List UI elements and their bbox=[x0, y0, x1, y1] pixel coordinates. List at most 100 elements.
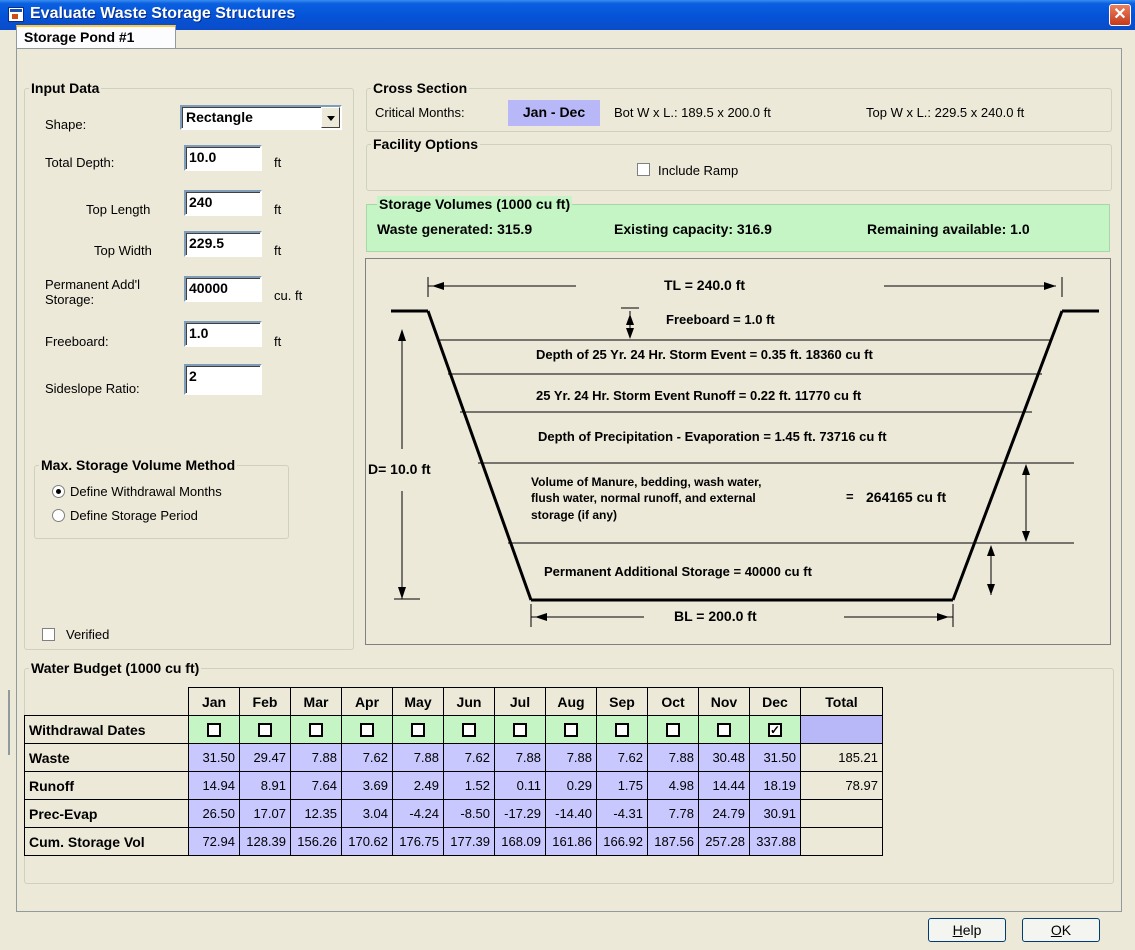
perm-storage-unit: cu. ft bbox=[274, 288, 303, 303]
table-cell: 7.62 bbox=[341, 743, 393, 772]
header-mar: Mar bbox=[290, 687, 342, 716]
table-cell: 257.28 bbox=[698, 827, 750, 856]
checkbox-unchecked[interactable] bbox=[411, 723, 425, 738]
row-header: Cum. Storage Vol bbox=[24, 827, 189, 856]
perm-storage-input[interactable]: 40000 bbox=[184, 276, 262, 302]
table-cell: 29.47 bbox=[239, 743, 291, 772]
total-cell bbox=[800, 799, 883, 828]
total-depth-input[interactable]: 10.0 bbox=[184, 145, 262, 171]
checkbox-unchecked[interactable] bbox=[564, 723, 578, 738]
table-cell: 18.19 bbox=[749, 771, 801, 800]
top-length-input[interactable]: 240 bbox=[184, 190, 262, 216]
window-title: Evaluate Waste Storage Structures bbox=[30, 5, 296, 22]
withdrawal-total-cell bbox=[800, 715, 883, 744]
storm-depth-annotation: Depth of 25 Yr. 24 Hr. Storm Event = 0.3… bbox=[536, 347, 873, 362]
ok-button[interactable]: OK bbox=[1022, 918, 1100, 942]
header-jun: Jun bbox=[443, 687, 495, 716]
checkbox-unchecked[interactable] bbox=[717, 723, 731, 738]
checkbox-unchecked[interactable] bbox=[258, 723, 272, 738]
table-cell: 156.26 bbox=[290, 827, 342, 856]
table-cell: 7.88 bbox=[545, 743, 597, 772]
table-cell: 30.91 bbox=[749, 799, 801, 828]
app-icon bbox=[8, 7, 24, 22]
help-button[interactable]: Help bbox=[928, 918, 1006, 942]
top-width-unit: ft bbox=[274, 243, 282, 258]
shape-value: Rectangle bbox=[186, 109, 253, 125]
table-cell: 12.35 bbox=[290, 799, 342, 828]
table-cell: 7.64 bbox=[290, 771, 342, 800]
checkbox-unchecked[interactable] bbox=[666, 723, 680, 738]
input-data-legend: Input Data bbox=[31, 80, 100, 96]
checkbox-unchecked[interactable] bbox=[207, 723, 221, 738]
checkbox-checked[interactable]: ✓ bbox=[768, 723, 782, 738]
shape-label: Shape: bbox=[45, 117, 87, 132]
table-cell: 7.88 bbox=[647, 743, 699, 772]
freeboard-input[interactable]: 1.0 bbox=[184, 321, 262, 347]
table-cell: 31.50 bbox=[749, 743, 801, 772]
storage-period-radio[interactable] bbox=[52, 509, 65, 522]
checkbox-unchecked[interactable] bbox=[615, 723, 629, 738]
manure-annotation-line-3: storage (if any) bbox=[531, 508, 618, 522]
cross-section-legend: Cross Section bbox=[373, 80, 468, 96]
table-cell: 72.94 bbox=[188, 827, 240, 856]
withdrawal-cell-jan bbox=[188, 715, 240, 744]
checkbox-unchecked[interactable] bbox=[462, 723, 476, 738]
table-cell: 3.69 bbox=[341, 771, 393, 800]
remaining-available: Remaining available: 1.0 bbox=[867, 221, 1030, 237]
table-cell: 337.88 bbox=[749, 827, 801, 856]
table-cell: 7.62 bbox=[596, 743, 648, 772]
withdrawal-cell-jul bbox=[494, 715, 546, 744]
tab-storage-pond-1[interactable]: Storage Pond #1 bbox=[16, 25, 176, 49]
withdrawal-cell-nov bbox=[698, 715, 750, 744]
table-cell: -14.40 bbox=[545, 799, 597, 828]
withdrawal-cell-dec: ✓ bbox=[749, 715, 801, 744]
chevron-down-icon[interactable] bbox=[321, 107, 340, 128]
table-cell: 17.07 bbox=[239, 799, 291, 828]
table-cell: 7.88 bbox=[392, 743, 444, 772]
shape-select[interactable]: Rectangle bbox=[180, 105, 342, 130]
table-cell: 26.50 bbox=[188, 799, 240, 828]
total-cell: 185.21 bbox=[800, 743, 883, 772]
water-budget-legend: Water Budget (1000 cu ft) bbox=[31, 660, 200, 676]
table-cell: -4.31 bbox=[596, 799, 648, 828]
checkbox-unchecked[interactable] bbox=[309, 723, 323, 738]
total-cell: 78.97 bbox=[800, 771, 883, 800]
header-apr: Apr bbox=[341, 687, 393, 716]
sideslope-input[interactable]: 2 bbox=[184, 364, 262, 395]
verified-checkbox[interactable] bbox=[42, 628, 55, 641]
table-cell: 4.98 bbox=[647, 771, 699, 800]
bottom-dimensions: Bot W x L.: 189.5 x 200.0 ft bbox=[614, 105, 771, 120]
row-header: Waste bbox=[24, 743, 189, 772]
table-cell: 7.88 bbox=[494, 743, 546, 772]
left-divider bbox=[8, 690, 10, 755]
table-cell: 7.78 bbox=[647, 799, 699, 828]
top-length-annotation: TL = 240.0 ft bbox=[664, 277, 746, 293]
row-header: Prec-Evap bbox=[24, 799, 189, 828]
table-cell: 1.75 bbox=[596, 771, 648, 800]
critical-months-value: Jan - Dec bbox=[508, 100, 600, 126]
manure-annotation-line-2: flush water, normal runoff, and external bbox=[531, 491, 756, 505]
header-nov: Nov bbox=[698, 687, 750, 716]
freeboard-unit: ft bbox=[274, 334, 282, 349]
table-cell: 31.50 bbox=[188, 743, 240, 772]
header-jul: Jul bbox=[494, 687, 546, 716]
include-ramp-checkbox[interactable] bbox=[637, 163, 650, 176]
header-may: May bbox=[392, 687, 444, 716]
top-length-label: Top Length bbox=[86, 202, 151, 217]
table-cell: 7.62 bbox=[443, 743, 495, 772]
top-width-input[interactable]: 229.5 bbox=[184, 231, 262, 257]
checkbox-unchecked[interactable] bbox=[360, 723, 374, 738]
total-depth-label: Total Depth: bbox=[45, 155, 115, 170]
header-corner bbox=[24, 687, 189, 716]
waste-generated: Waste generated: 315.9 bbox=[377, 221, 533, 237]
table-cell: 2.49 bbox=[392, 771, 444, 800]
total-cell bbox=[800, 827, 883, 856]
verified-label: Verified bbox=[66, 627, 110, 642]
checkbox-unchecked[interactable] bbox=[513, 723, 527, 738]
withdrawal-months-radio[interactable] bbox=[52, 485, 65, 498]
table-cell: 170.62 bbox=[341, 827, 393, 856]
table-cell: 161.86 bbox=[545, 827, 597, 856]
total-depth-unit: ft bbox=[274, 155, 282, 170]
withdrawal-cell-feb bbox=[239, 715, 291, 744]
close-button[interactable]: ✕ bbox=[1109, 4, 1131, 26]
